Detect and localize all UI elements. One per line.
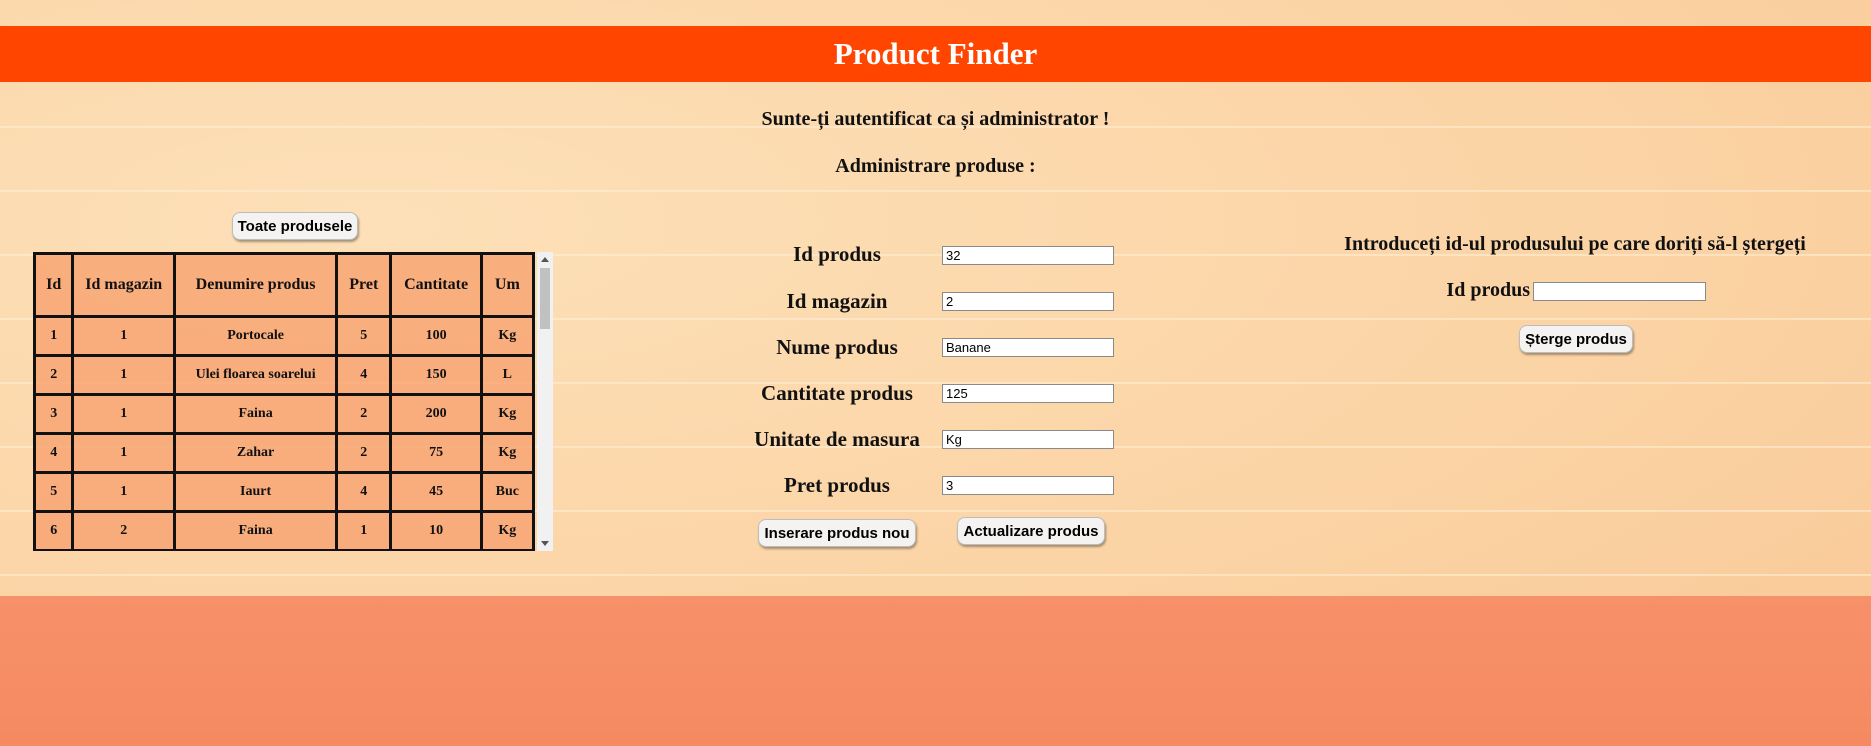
cell-store-id: 2 bbox=[71, 510, 177, 551]
product-quantity-input[interactable] bbox=[942, 384, 1114, 403]
unit-of-measure-input[interactable] bbox=[942, 430, 1114, 449]
label-product-price: Pret produs bbox=[784, 473, 890, 497]
cell-unit: Buc bbox=[479, 471, 536, 513]
table-row: 4 1 Zahar 2 75 Kg bbox=[33, 432, 536, 474]
store-id-input[interactable] bbox=[942, 292, 1114, 311]
scroll-down-arrow-icon[interactable] bbox=[541, 541, 549, 546]
table-scrollbar[interactable] bbox=[537, 252, 553, 551]
delete-prompt: Introduceți id-ul produsului pe care dor… bbox=[1344, 233, 1806, 255]
section-title: Administrare produse : bbox=[835, 155, 1036, 177]
app-title: Product Finder bbox=[833, 36, 1038, 71]
insert-product-button[interactable]: Inserare produs nou bbox=[758, 519, 916, 547]
product-id-input[interactable] bbox=[942, 246, 1114, 265]
cell-id: 2 bbox=[33, 354, 75, 396]
cell-product-name: Iaurt bbox=[173, 471, 339, 513]
label-store-id: Id magazin bbox=[786, 289, 888, 313]
cell-product-name: Faina bbox=[173, 510, 339, 551]
update-product-button[interactable]: Actualizare produs bbox=[957, 517, 1105, 545]
cell-id: 1 bbox=[33, 315, 75, 357]
column-header-unit: Um bbox=[479, 252, 536, 318]
cell-unit: Kg bbox=[479, 393, 536, 435]
scroll-up-arrow-icon[interactable] bbox=[541, 257, 549, 262]
product-name-input[interactable] bbox=[942, 338, 1114, 357]
scroll-thumb[interactable] bbox=[540, 268, 550, 329]
cell-product-name: Zahar bbox=[173, 432, 339, 474]
cell-product-name: Ulei floarea soarelui bbox=[173, 354, 339, 396]
delete-product-button[interactable]: Șterge produs bbox=[1519, 325, 1633, 353]
column-header-store-id: Id magazin bbox=[71, 252, 177, 318]
cell-price: 1 bbox=[335, 510, 393, 551]
cell-store-id: 1 bbox=[71, 315, 177, 357]
table-header-row: Id Id magazin Denumire produs Pret Canti… bbox=[33, 252, 536, 318]
table-row: 2 1 Ulei floarea soarelui 4 150 L bbox=[33, 354, 536, 396]
cell-store-id: 1 bbox=[71, 471, 177, 513]
cell-id: 3 bbox=[33, 393, 75, 435]
cell-id: 5 bbox=[33, 471, 75, 513]
product-price-input[interactable] bbox=[942, 476, 1114, 495]
cell-price: 4 bbox=[335, 471, 393, 513]
cell-quantity: 75 bbox=[389, 432, 483, 474]
cell-quantity: 200 bbox=[389, 393, 483, 435]
column-header-price: Pret bbox=[335, 252, 393, 318]
cell-price: 2 bbox=[335, 393, 393, 435]
cell-unit: Kg bbox=[479, 510, 536, 551]
cell-id: 4 bbox=[33, 432, 75, 474]
cell-product-name: Portocale bbox=[173, 315, 339, 357]
label-product-quantity: Cantitate produs bbox=[761, 381, 913, 405]
cell-price: 5 bbox=[335, 315, 393, 357]
table-row: 5 1 Iaurt 4 45 Buc bbox=[33, 471, 536, 513]
cell-price: 4 bbox=[335, 354, 393, 396]
cell-store-id: 1 bbox=[71, 354, 177, 396]
cell-quantity: 150 bbox=[389, 354, 483, 396]
app-header: Product Finder bbox=[0, 26, 1871, 82]
cell-store-id: 1 bbox=[71, 393, 177, 435]
label-delete-product-id: Id produs bbox=[1446, 279, 1530, 301]
cell-id: 6 bbox=[33, 510, 75, 551]
label-unit-of-measure: Unitate de masura bbox=[754, 427, 920, 451]
table-row: 3 1 Faina 2 200 Kg bbox=[33, 393, 536, 435]
products-table-container[interactable]: Id Id magazin Denumire produs Pret Canti… bbox=[33, 252, 553, 551]
cell-unit: L bbox=[479, 354, 536, 396]
products-table: Id Id magazin Denumire produs Pret Canti… bbox=[33, 252, 536, 551]
column-header-id: Id bbox=[33, 252, 75, 318]
label-product-name: Nume produs bbox=[776, 335, 898, 359]
auth-message: Sunte-ți autentificat ca și administrato… bbox=[761, 108, 1110, 130]
cell-unit: Kg bbox=[479, 432, 536, 474]
column-header-product-name: Denumire produs bbox=[173, 252, 339, 318]
cell-quantity: 45 bbox=[389, 471, 483, 513]
table-row: 1 1 Portocale 5 100 Kg bbox=[33, 315, 536, 357]
cell-product-name: Faina bbox=[173, 393, 339, 435]
column-header-quantity: Cantitate bbox=[389, 252, 483, 318]
table-row: 6 2 Faina 1 10 Kg bbox=[33, 510, 536, 551]
cell-unit: Kg bbox=[479, 315, 536, 357]
cell-price: 2 bbox=[335, 432, 393, 474]
delete-product-id-input[interactable] bbox=[1533, 282, 1706, 301]
label-product-id: Id produs bbox=[793, 242, 881, 266]
show-all-products-button[interactable]: Toate produsele bbox=[232, 212, 358, 240]
cell-store-id: 1 bbox=[71, 432, 177, 474]
cell-quantity: 100 bbox=[389, 315, 483, 357]
cell-quantity: 10 bbox=[389, 510, 483, 551]
